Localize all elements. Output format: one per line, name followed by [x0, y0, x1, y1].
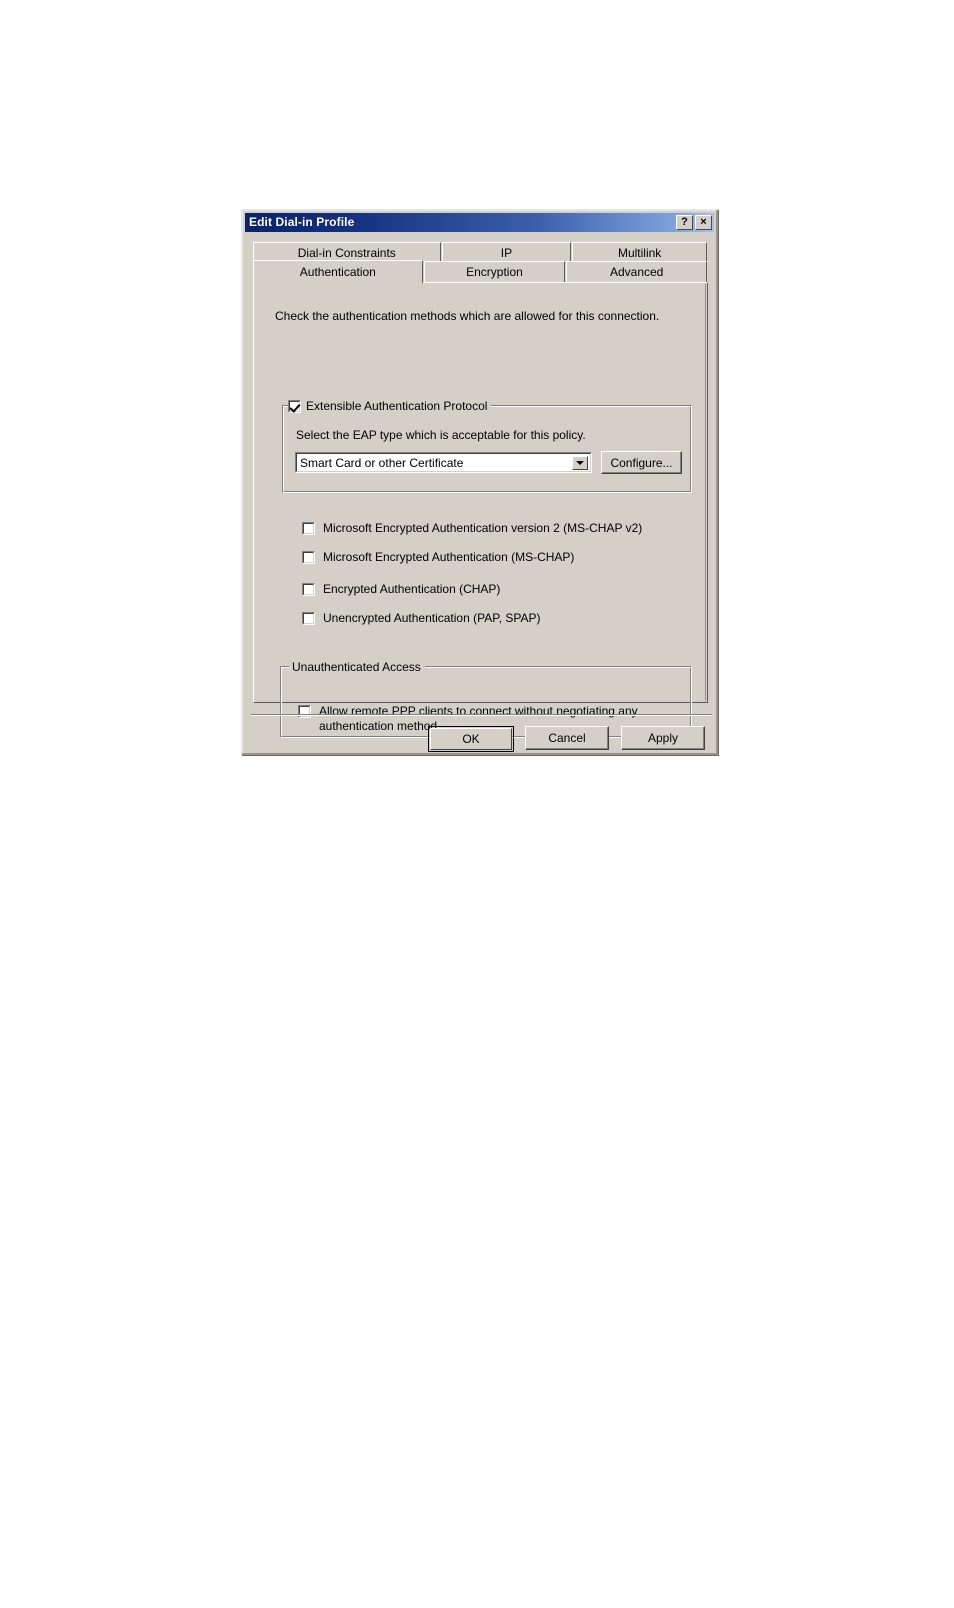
dialog-titlebar[interactable]: Edit Dial-in Profile ? ×	[245, 213, 714, 232]
chevron-down-glyph	[576, 461, 584, 465]
tab-row-lower: Authentication Encryption Advanced	[253, 260, 708, 283]
eap-group-box: Extensible Authentication Protocol Selec…	[282, 399, 692, 493]
close-icon[interactable]: ×	[695, 215, 712, 230]
tab-authentication[interactable]: Authentication	[253, 260, 423, 283]
cancel-button[interactable]: Cancel	[525, 726, 609, 750]
eap-group-legend[interactable]: Extensible Authentication Protocol	[288, 399, 492, 413]
checkbox-label: Unencrypted Authentication (PAP, SPAP)	[323, 611, 541, 625]
tab-ip[interactable]: IP	[441, 242, 572, 263]
checkbox-box[interactable]	[302, 583, 315, 596]
checkbox-bevel	[303, 523, 314, 534]
edit-dial-in-profile-dialog: Edit Dial-in Profile ? × Dial-in Constra…	[241, 209, 718, 755]
checkbox-label: Microsoft Encrypted Authentication (MS-C…	[323, 550, 575, 564]
tab-label: IP	[500, 246, 513, 260]
tab-label: Dial-in Constraints	[297, 246, 396, 260]
checkbox-bevel	[303, 584, 314, 595]
eap-type-combobox[interactable]: Smart Card or other Certificate	[295, 452, 592, 473]
configure-button[interactable]: Configure...	[601, 451, 682, 474]
eap-enabled-checkbox[interactable]	[288, 400, 301, 413]
checkbox-bevel	[303, 552, 314, 563]
cancel-button-label: Cancel	[548, 731, 586, 745]
eap-group-legend-label: Extensible Authentication Protocol	[306, 399, 488, 413]
checkbox-box[interactable]	[302, 522, 315, 535]
tab-label: Advanced	[609, 265, 664, 279]
ok-button-face: OK	[430, 728, 512, 750]
tab-encryption[interactable]: Encryption	[423, 261, 566, 282]
help-icon[interactable]: ?	[676, 215, 693, 230]
tab-multilink[interactable]: Multilink	[572, 242, 707, 263]
checkbox-box[interactable]	[298, 705, 311, 718]
eap-type-value: Smart Card or other Certificate	[300, 455, 464, 470]
authentication-tab-panel: Check the authentication methods which a…	[253, 282, 708, 738]
checkbox-label: Encrypted Authentication (CHAP)	[323, 582, 501, 596]
checkbox-ms-chap-v2[interactable]: Microsoft Encrypted Authentication versi…	[302, 521, 642, 536]
checkbox-bevel	[289, 401, 300, 412]
ok-button[interactable]: OK	[428, 726, 514, 752]
checkbox-pap-spap[interactable]: Unencrypted Authentication (PAP, SPAP)	[302, 611, 540, 626]
tab-label: Multilink	[617, 246, 662, 260]
checkbox-label: Microsoft Encrypted Authentication versi…	[323, 521, 643, 535]
dialog-title: Edit Dial-in Profile	[249, 215, 355, 229]
tab-label: Authentication	[299, 265, 376, 279]
checkbox-bevel	[303, 613, 314, 624]
tab-advanced[interactable]: Advanced	[566, 261, 707, 282]
footer-separator	[251, 714, 712, 716]
group-inner-bevel	[283, 406, 691, 492]
checkbox-box[interactable]	[302, 551, 315, 564]
unauthenticated-access-legend: Unauthenticated Access	[289, 660, 425, 674]
checkbox-box[interactable]	[302, 612, 315, 625]
apply-button-label: Apply	[647, 731, 679, 745]
checkbox-ms-chap[interactable]: Microsoft Encrypted Authentication (MS-C…	[302, 550, 574, 565]
panel-intro-text: Check the authentication methods which a…	[275, 309, 660, 323]
apply-button[interactable]: Apply	[621, 726, 705, 750]
checkbox-chap[interactable]: Encrypted Authentication (CHAP)	[302, 582, 500, 597]
ok-button-label: OK	[462, 732, 480, 746]
eap-description: Select the EAP type which is acceptable …	[296, 428, 586, 442]
chevron-down-icon[interactable]	[572, 456, 588, 470]
tab-control: Dial-in Constraints IP Multilink Authent…	[253, 242, 708, 738]
tab-label: Encryption	[466, 265, 523, 279]
configure-button-label: Configure...	[610, 455, 673, 470]
